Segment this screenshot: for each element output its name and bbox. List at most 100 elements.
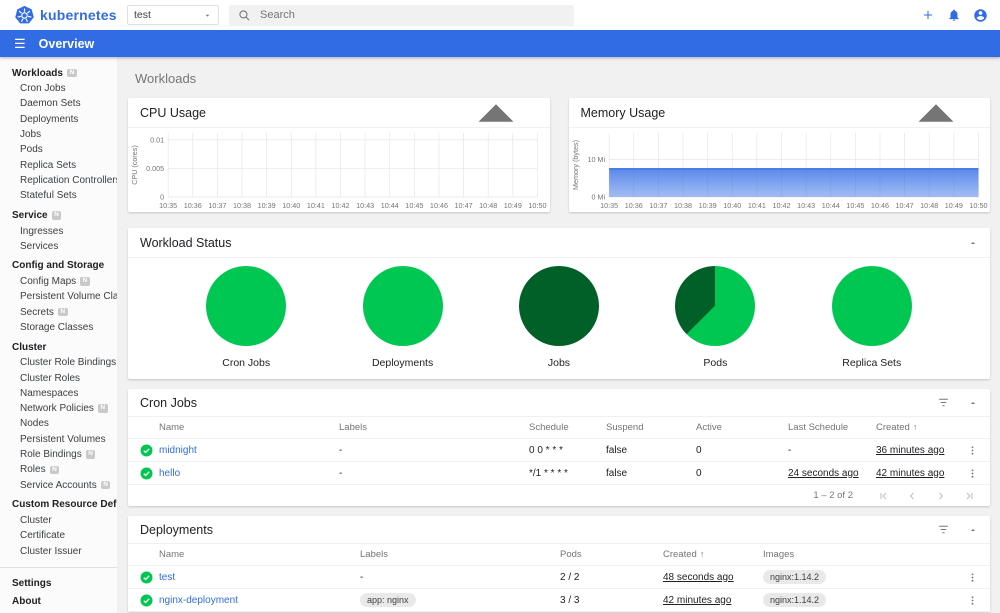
filter-button[interactable]: [937, 523, 950, 536]
resource-link[interactable]: nginx-deployment: [159, 595, 238, 606]
sidebar-section-config-and-storage[interactable]: Config and Storage: [0, 258, 117, 274]
svg-text:10:35: 10:35: [159, 201, 177, 210]
cell-created: 42 minutes ago: [876, 468, 956, 479]
sidebar-section-service[interactable]: Service N: [0, 207, 117, 223]
column-header-created[interactable]: Created ↑: [876, 422, 956, 433]
table-row[interactable]: test - 2 / 2 48 seconds ago nginx:1.14.2: [128, 566, 990, 589]
row-actions-button[interactable]: [967, 444, 978, 457]
column-header-name[interactable]: Name: [159, 549, 360, 560]
collapse-card-button[interactable]: [968, 238, 978, 248]
collapse-card-button[interactable]: [454, 71, 538, 155]
account-button[interactable]: [973, 8, 988, 23]
sidebar-item-services[interactable]: Services: [0, 239, 117, 254]
column-header-suspend[interactable]: Suspend: [606, 422, 696, 433]
column-header-name[interactable]: Name: [159, 422, 339, 433]
sidebar-item-label: Certificate: [20, 530, 66, 542]
sidebar-item-settings[interactable]: Settings: [0, 576, 117, 592]
sidebar-item-jobs[interactable]: Jobs: [0, 127, 117, 142]
sidebar-item-persistent-volume-claims[interactable]: Persistent Volume ClaimsN: [0, 289, 117, 304]
svg-text:0.01: 0.01: [150, 135, 164, 144]
add-resource-button[interactable]: [921, 8, 935, 22]
row-actions-button[interactable]: [967, 467, 978, 480]
sidebar-item-persistent-volumes[interactable]: Persistent Volumes: [0, 432, 117, 447]
menu-icon[interactable]: ☰: [14, 36, 26, 52]
collapse-card-button[interactable]: [894, 71, 978, 155]
resource-link[interactable]: test: [159, 572, 175, 583]
relative-time: 24 seconds ago: [788, 467, 859, 479]
namespaced-badge: N: [51, 211, 62, 220]
sidebar-item-service-accounts[interactable]: Service Accounts N: [0, 478, 117, 493]
sidebar-item-role-bindings[interactable]: Role Bindings N: [0, 447, 117, 462]
first-page-button[interactable]: [877, 490, 889, 502]
filter-button[interactable]: [937, 396, 950, 409]
chevron-right-icon: [939, 492, 944, 499]
sidebar-section-label: Custom Resource Definitions: [12, 499, 117, 511]
resource-link[interactable]: hello: [159, 468, 180, 479]
cron-jobs-card: Cron Jobs Name Labels Schedule Suspend Activ…: [128, 389, 990, 506]
column-header-labels[interactable]: Labels: [360, 549, 560, 560]
previous-page-button[interactable]: [906, 490, 918, 502]
sidebar-item-stateful-sets[interactable]: Stateful Sets: [0, 188, 117, 203]
sidebar-item-network-policies[interactable]: Network Policies N: [0, 401, 117, 416]
cell-labels: -: [339, 444, 343, 456]
sidebar-item-about[interactable]: About: [0, 594, 117, 610]
svg-text:10:40: 10:40: [723, 201, 741, 210]
column-header-active[interactable]: Active: [696, 422, 788, 433]
cpu-usage-card: CPU Usage 10:35 10:36 10:37 10:38 10:39 10:40…: [128, 98, 550, 212]
sidebar-item-storage-classes[interactable]: Storage Classes: [0, 320, 117, 335]
search-input[interactable]: [260, 9, 565, 21]
sidebar-section-custom-resource-definitions[interactable]: Custom Resource Definitions: [0, 497, 117, 513]
sidebar-item-replication-controllers[interactable]: Replication Controllers: [0, 173, 117, 188]
namespace-value: test: [134, 9, 151, 21]
row-actions-button[interactable]: [967, 571, 978, 584]
plus-icon: [923, 10, 933, 20]
table-row[interactable]: hello - */1 * * * * false 0 24 seconds ago 42 …: [128, 462, 990, 485]
column-header-schedule[interactable]: Schedule: [529, 422, 606, 433]
label-chip: app: nginx: [360, 593, 416, 607]
sidebar-section-label: Cluster: [12, 341, 47, 353]
collapse-card-button[interactable]: [968, 525, 978, 535]
image-chip: nginx:1.14.2: [763, 593, 827, 607]
sidebar-item-daemon-sets[interactable]: Daemon Sets: [0, 96, 117, 111]
column-header-labels[interactable]: Labels: [339, 422, 529, 433]
column-header-created[interactable]: Created ↑: [663, 549, 763, 560]
column-header-pods[interactable]: Pods: [560, 549, 663, 560]
sidebar-item-cron-jobs[interactable]: Cron Jobs: [0, 81, 117, 96]
table-row[interactable]: nginx-deployment app: nginx 3 / 3 42 minute…: [128, 589, 990, 612]
row-actions-button[interactable]: [967, 594, 978, 607]
column-header-last-schedule[interactable]: Last Schedule: [788, 422, 876, 433]
cell-active: 0: [696, 444, 702, 456]
sidebar-item-certificate[interactable]: Certificate: [0, 528, 117, 543]
sidebar-section-cluster[interactable]: Cluster: [0, 339, 117, 355]
namespace-selector[interactable]: test: [127, 5, 219, 25]
svg-text:10:41: 10:41: [747, 201, 765, 210]
sidebar-item-replica-sets[interactable]: Replica Sets: [0, 157, 117, 172]
sidebar-item-nodes[interactable]: Nodes: [0, 416, 117, 431]
last-page-button[interactable]: [964, 490, 976, 502]
section-heading: Workloads: [135, 71, 197, 86]
sidebar-item-label: Namespaces: [20, 387, 79, 399]
sidebar-item-namespaces[interactable]: Namespaces: [0, 386, 117, 401]
sidebar-item-pods[interactable]: Pods: [0, 142, 117, 157]
next-page-button[interactable]: [935, 490, 947, 502]
cell-suspend: false: [606, 444, 628, 456]
sidebar-item-deployments[interactable]: Deployments: [0, 112, 117, 127]
sidebar-item-secrets[interactable]: Secrets N: [0, 305, 117, 320]
sidebar-section-workloads[interactable]: Workloads N: [0, 65, 117, 81]
sidebar-item-cluster[interactable]: Cluster: [0, 513, 117, 528]
table-row[interactable]: midnight - 0 0 * * * false 0 - 36 minutes ago: [128, 439, 990, 462]
sidebar-item-ingresses[interactable]: Ingresses: [0, 223, 117, 238]
sidebar-item-cluster-role-bindings[interactable]: Cluster Role Bindings: [0, 355, 117, 370]
sidebar-item-config-maps[interactable]: Config Maps N: [0, 274, 117, 289]
sidebar-item-cluster-issuer[interactable]: Cluster Issuer: [0, 543, 117, 558]
svg-text:10:43: 10:43: [356, 201, 374, 210]
kubernetes-logo[interactable]: kubernetes: [14, 5, 120, 26]
sidebar-item-label: Replica Sets: [20, 159, 77, 171]
sidebar-item-roles[interactable]: Roles N: [0, 462, 117, 477]
resource-link[interactable]: midnight: [159, 445, 197, 456]
search-bar[interactable]: [229, 4, 574, 26]
sidebar-item-cluster-roles[interactable]: Cluster Roles: [0, 370, 117, 385]
collapse-card-button[interactable]: [968, 398, 978, 408]
notifications-button[interactable]: [947, 8, 961, 22]
column-header-images[interactable]: Images: [763, 549, 956, 560]
